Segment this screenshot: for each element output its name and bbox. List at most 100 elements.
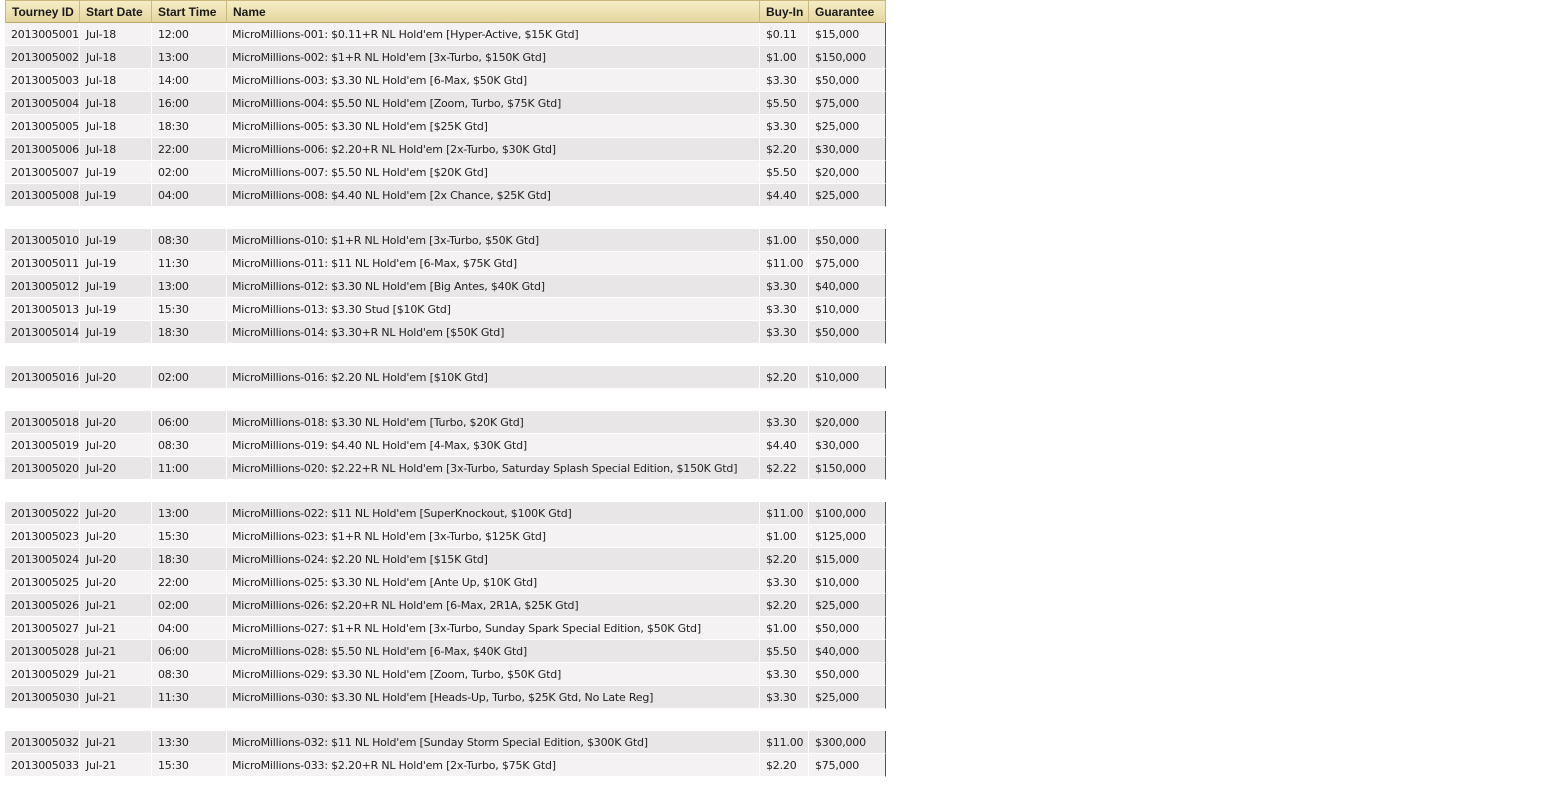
cell-tourney-id: 2013005001	[5, 23, 80, 46]
table-row[interactable]: 2013005020 Jul-20 11:00 MicroMillions-020: …	[5, 457, 886, 480]
table-row[interactable]: 2013005027 Jul-21 04:00 MicroMillions-027: …	[5, 617, 886, 640]
column-header-start-time[interactable]: Start Time	[152, 0, 227, 23]
table-row[interactable]: 2013005006 Jul-18 22:00 MicroMillions-006: …	[5, 138, 886, 161]
table-row[interactable]: 2013005029 Jul-21 08:30 MicroMillions-029: …	[5, 663, 886, 686]
cell-name: MicroMillions-013: $3.30 Stud [$10K Gtd]	[227, 298, 760, 321]
table-row[interactable]: 2013005022 Jul-20 13:00 MicroMillions-022: …	[5, 502, 886, 525]
table-row[interactable]: 2013005008 Jul-19 04:00 MicroMillions-008: …	[5, 184, 886, 207]
table-row[interactable]: 2013005003 Jul-18 14:00 MicroMillions-003: …	[5, 69, 886, 92]
table-row[interactable]: 2013005024 Jul-20 18:30 MicroMillions-024: …	[5, 548, 886, 571]
cell-name: MicroMillions-002: $1+R NL Hold'em [3x-T…	[227, 46, 760, 69]
cell-start-date: Jul-18	[80, 69, 152, 92]
cell-tourney-id: 2013005012	[5, 275, 80, 298]
cell-tourney-id: 2013005032	[5, 731, 80, 754]
cell-tourney-id: 2013005005	[5, 115, 80, 138]
cell-start-date: Jul-21	[80, 594, 152, 617]
table-row[interactable]: 2013005011 Jul-19 11:30 MicroMillions-011: …	[5, 252, 886, 275]
cell-buy-in: $5.50	[760, 640, 809, 663]
table-row[interactable]: 2013005033 Jul-21 15:30 MicroMillions-033: …	[5, 754, 886, 777]
cell-start-date: Jul-18	[80, 138, 152, 161]
table-row[interactable]: 2013005030 Jul-21 11:30 MicroMillions-030: …	[5, 686, 886, 709]
cell-tourney-id: 2013005020	[5, 457, 80, 480]
cell-tourney-id: 2013005002	[5, 46, 80, 69]
cell-buy-in: $1.00	[760, 229, 809, 252]
cell-tourney-id: 2013005010	[5, 229, 80, 252]
cell-tourney-id: 2013005024	[5, 548, 80, 571]
cell-buy-in: $3.30	[760, 321, 809, 344]
cell-buy-in: $3.30	[760, 275, 809, 298]
column-header-name[interactable]: Name	[227, 0, 760, 23]
table-row[interactable]: 2013005014 Jul-19 18:30 MicroMillions-014: …	[5, 321, 886, 344]
table-row[interactable]: 2013005018 Jul-20 06:00 MicroMillions-018: …	[5, 411, 886, 434]
cell-buy-in: $0.11	[760, 23, 809, 46]
cell-name: MicroMillions-033: $2.20+R NL Hold'em [2…	[227, 754, 760, 777]
cell-buy-in: $11.00	[760, 502, 809, 525]
table-row-gap	[5, 389, 886, 411]
row-gap-cell	[5, 389, 886, 411]
tournament-table: Tourney ID Start Date Start Time Name Bu…	[5, 0, 886, 777]
column-header-buy-in[interactable]: Buy-In	[760, 0, 809, 23]
table-row-gap	[5, 344, 886, 366]
table-body: 2013005001 Jul-18 12:00 MicroMillions-001: …	[5, 23, 886, 777]
cell-buy-in: $5.50	[760, 92, 809, 115]
cell-buy-in: $2.22	[760, 457, 809, 480]
cell-start-time: 13:00	[152, 502, 227, 525]
cell-start-date: Jul-18	[80, 23, 152, 46]
table-row[interactable]: 2013005007 Jul-19 02:00 MicroMillions-007: …	[5, 161, 886, 184]
cell-start-date: Jul-19	[80, 275, 152, 298]
table-row[interactable]: 2013005023 Jul-20 15:30 MicroMillions-023: …	[5, 525, 886, 548]
cell-name: MicroMillions-019: $4.40 NL Hold'em [4-M…	[227, 434, 760, 457]
cell-tourney-id: 2013005007	[5, 161, 80, 184]
cell-tourney-id: 2013005026	[5, 594, 80, 617]
table-row[interactable]: 2013005002 Jul-18 13:00 MicroMillions-002: …	[5, 46, 886, 69]
cell-guarantee: $50,000	[809, 617, 886, 640]
column-header-tourney-id[interactable]: Tourney ID	[5, 0, 80, 23]
cell-guarantee: $50,000	[809, 229, 886, 252]
cell-guarantee: $50,000	[809, 69, 886, 92]
cell-buy-in: $1.00	[760, 46, 809, 69]
cell-start-time: 13:00	[152, 275, 227, 298]
cell-tourney-id: 2013005014	[5, 321, 80, 344]
table-row[interactable]: 2013005005 Jul-18 18:30 MicroMillions-005: …	[5, 115, 886, 138]
cell-buy-in: $4.40	[760, 434, 809, 457]
table-row[interactable]: 2013005016 Jul-20 02:00 MicroMillions-016: …	[5, 366, 886, 389]
cell-guarantee: $50,000	[809, 321, 886, 344]
cell-guarantee: $50,000	[809, 663, 886, 686]
column-header-start-date[interactable]: Start Date	[80, 0, 152, 23]
cell-start-date: Jul-19	[80, 184, 152, 207]
table-row[interactable]: 2013005032 Jul-21 13:30 MicroMillions-032: …	[5, 731, 886, 754]
table-row[interactable]: 2013005026 Jul-21 02:00 MicroMillions-026: …	[5, 594, 886, 617]
cell-start-time: 08:30	[152, 663, 227, 686]
cell-name: MicroMillions-024: $2.20 NL Hold'em [$15…	[227, 548, 760, 571]
cell-guarantee: $30,000	[809, 434, 886, 457]
table-row[interactable]: 2013005013 Jul-19 15:30 MicroMillions-013: …	[5, 298, 886, 321]
cell-guarantee: $40,000	[809, 640, 886, 663]
cell-guarantee: $125,000	[809, 525, 886, 548]
cell-name: MicroMillions-006: $2.20+R NL Hold'em [2…	[227, 138, 760, 161]
cell-tourney-id: 2013005027	[5, 617, 80, 640]
table-row[interactable]: 2013005010 Jul-19 08:30 MicroMillions-010: …	[5, 229, 886, 252]
cell-guarantee: $75,000	[809, 92, 886, 115]
table-row[interactable]: 2013005012 Jul-19 13:00 MicroMillions-012: …	[5, 275, 886, 298]
table-row-gap	[5, 207, 886, 229]
cell-guarantee: $10,000	[809, 366, 886, 389]
cell-name: MicroMillions-008: $4.40 NL Hold'em [2x …	[227, 184, 760, 207]
cell-guarantee: $20,000	[809, 411, 886, 434]
cell-name: MicroMillions-003: $3.30 NL Hold'em [6-M…	[227, 69, 760, 92]
table-row[interactable]: 2013005019 Jul-20 08:30 MicroMillions-019: …	[5, 434, 886, 457]
table-row[interactable]: 2013005001 Jul-18 12:00 MicroMillions-001: …	[5, 23, 886, 46]
table-header: Tourney ID Start Date Start Time Name Bu…	[5, 0, 886, 23]
table-row[interactable]: 2013005004 Jul-18 16:00 MicroMillions-004: …	[5, 92, 886, 115]
column-header-guarantee[interactable]: Guarantee	[809, 0, 886, 23]
cell-tourney-id: 2013005019	[5, 434, 80, 457]
table-row[interactable]: 2013005025 Jul-20 22:00 MicroMillions-025: …	[5, 571, 886, 594]
cell-tourney-id: 2013005016	[5, 366, 80, 389]
cell-name: MicroMillions-011: $11 NL Hold'em [6-Max…	[227, 252, 760, 275]
cell-name: MicroMillions-016: $2.20 NL Hold'em [$10…	[227, 366, 760, 389]
cell-start-time: 04:00	[152, 617, 227, 640]
table-row[interactable]: 2013005028 Jul-21 06:00 MicroMillions-028: …	[5, 640, 886, 663]
table-row-gap	[5, 709, 886, 731]
cell-start-time: 15:30	[152, 754, 227, 777]
cell-start-time: 18:30	[152, 321, 227, 344]
cell-buy-in: $1.00	[760, 525, 809, 548]
